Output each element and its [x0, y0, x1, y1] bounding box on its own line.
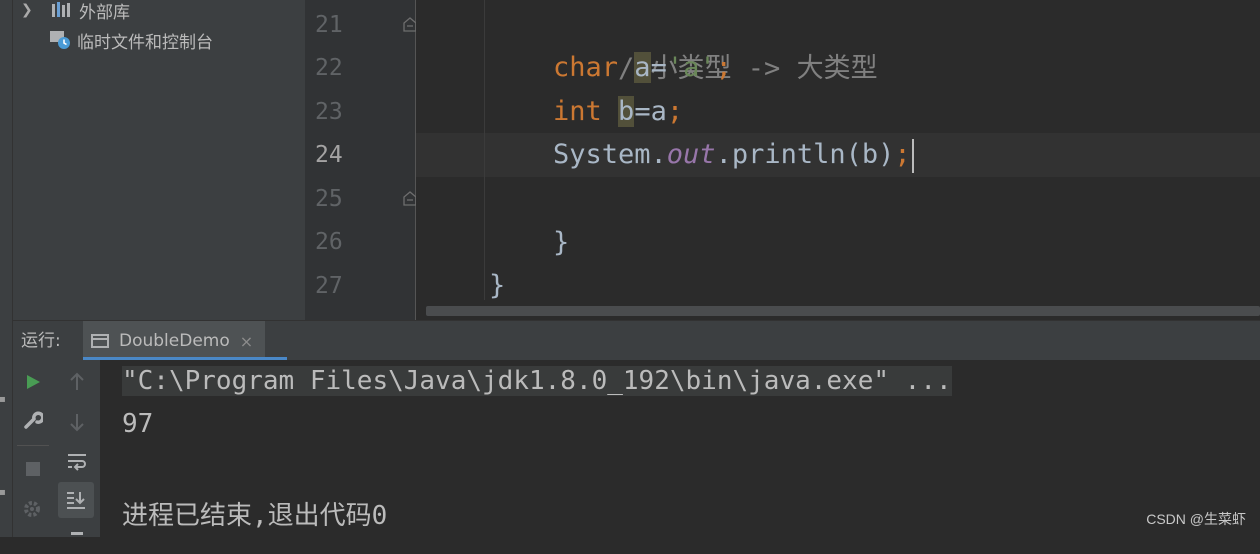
rerun-button[interactable] [16, 365, 50, 399]
keyword: char [553, 52, 619, 83]
play-icon [27, 375, 40, 389]
tree-item-scratches[interactable]: 临时文件和控制台 [49, 28, 213, 53]
tree-item-label: 外部库 [79, 2, 130, 23]
semicolon: ; [894, 139, 911, 170]
tab-doubledemo[interactable]: DoubleDemo × [83, 321, 266, 361]
fold-end-icon[interactable] [403, 16, 417, 32]
scroll-to-end-button[interactable] [58, 482, 94, 518]
code-line-26: } [424, 220, 505, 301]
print-button[interactable] [60, 520, 94, 554]
variable-highlight: a [634, 52, 651, 83]
structure-tab-fragment[interactable]: ▪ [0, 395, 9, 405]
fold-end-icon[interactable] [403, 190, 417, 206]
soft-wrap-icon [68, 454, 86, 471]
line-number: 23 [315, 99, 343, 125]
static-field: out [666, 139, 716, 170]
scroll-to-end-icon [67, 492, 85, 509]
keyword: int [553, 96, 602, 127]
debug-settings-button[interactable] [16, 492, 50, 526]
code-line-21: //小类型 -> 大类型 [553, 3, 878, 84]
string-literal: 'a' [666, 52, 716, 83]
wrench-icon [24, 411, 43, 429]
console-output[interactable]: "C:\Program Files\Java\jdk1.8.0_192\bin\… [100, 360, 1260, 537]
project-tree-panel: ❯ 外部库 临时文件和控制台 [13, 0, 305, 320]
method-call: .println(b) [715, 139, 895, 170]
stop-icon [26, 462, 40, 476]
scratches-icon [49, 30, 71, 50]
code-line-23: int b=a; [553, 90, 683, 134]
run-toolbar [13, 360, 100, 537]
chevron-right-icon[interactable]: ❯ [21, 2, 37, 18]
run-label: 运行: [21, 331, 61, 351]
console-command-line: "C:\Program Files\Java\jdk1.8.0_192\bin\… [122, 366, 952, 396]
editor-gutter: 21 22 23 24 25 26 27 [305, 0, 417, 320]
semicolon: ; [715, 52, 732, 83]
tree-item-external-libraries[interactable]: ❯ 外部库 [21, 0, 130, 23]
line-number: 27 [315, 273, 343, 299]
class-reference: System. [553, 139, 667, 170]
variable-highlight: b [618, 96, 635, 127]
left-tool-strip: ▪ ▪ [0, 0, 13, 537]
gear-icon [24, 501, 40, 517]
settings-button[interactable] [16, 403, 50, 437]
arrow-down-icon [70, 414, 84, 432]
closing-brace: } [553, 227, 570, 258]
console-icon [91, 334, 109, 348]
scroll-up-button[interactable] [60, 365, 94, 399]
stop-button[interactable] [16, 452, 50, 486]
code-line-25: } [488, 177, 569, 258]
watermark: CSDN @生菜虾 [1146, 511, 1246, 527]
scroll-down-button[interactable] [60, 405, 94, 439]
tab-label: DoubleDemo [119, 331, 230, 351]
bookmarks-tab-fragment[interactable]: ▪ [0, 488, 9, 498]
line-number: 22 [315, 55, 343, 81]
toolbar-separator [17, 445, 49, 446]
arrow-up-icon [70, 372, 84, 390]
line-number-current: 24 [315, 142, 343, 168]
closing-brace: } [489, 270, 506, 301]
library-icon [51, 2, 73, 18]
console-exit-message: 进程已结束,退出代码0 [122, 501, 388, 531]
print-icon [71, 532, 83, 535]
code-editor[interactable]: //小类型 -> 大类型 char a='a'; int b=a; System… [416, 0, 1260, 320]
expression: =a [634, 96, 667, 127]
soft-wrap-button[interactable] [60, 445, 94, 479]
code-line-22: char a='a'; [553, 46, 732, 90]
tree-item-label: 临时文件和控制台 [77, 32, 213, 53]
line-number: 26 [315, 229, 343, 255]
run-tool-window-header: 运行: DoubleDemo × [13, 320, 1260, 361]
text-caret [911, 138, 914, 173]
line-number: 21 [315, 12, 343, 38]
console-output-line: 97 [122, 409, 154, 439]
close-icon[interactable]: × [240, 332, 253, 351]
operator: = [650, 52, 667, 83]
semicolon: ; [666, 96, 684, 127]
code-line-24: System.out.println(b); [553, 133, 914, 177]
line-number: 25 [315, 186, 343, 212]
horizontal-scrollbar[interactable] [426, 306, 1260, 316]
